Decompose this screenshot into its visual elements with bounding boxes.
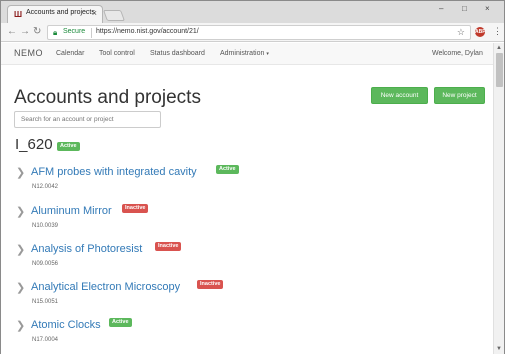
caret-down-icon: ▾	[266, 51, 269, 57]
project-status-badge: Inactive	[197, 280, 224, 289]
browser-toolbar: ← → ↻ 🔒︎ Secure https://nemo.nist.gov/ac…	[1, 23, 504, 42]
project-row[interactable]: ❯ Atomic Clocks Active N17.0004	[1, 317, 481, 351]
page-scrollbar[interactable]: ▲ ▼	[493, 43, 504, 354]
project-status-badge: Inactive	[155, 242, 182, 251]
page-title: Accounts and projects	[14, 87, 201, 108]
project-number: N12.0042	[32, 184, 59, 190]
forward-arrow-icon[interactable]: →	[20, 26, 30, 38]
tab-title: Accounts and projects	[26, 9, 95, 16]
nav-administration[interactable]: Administration ▾	[220, 50, 269, 57]
search-input[interactable]	[14, 111, 161, 128]
nav-tool-control[interactable]: Tool control	[99, 50, 135, 57]
browser-tab[interactable]: Ш Accounts and projects ×	[7, 5, 103, 23]
scrollbar-thumb[interactable]	[496, 53, 503, 87]
project-status-badge: Active	[216, 165, 239, 174]
welcome-user[interactable]: Welcome, Dylan	[432, 50, 483, 57]
chevron-right-icon[interactable]: ❯	[16, 320, 25, 332]
project-status-badge: Inactive	[122, 204, 149, 213]
nav-status-dashboard[interactable]: Status dashboard	[150, 50, 205, 57]
new-account-button[interactable]: New account	[371, 87, 428, 104]
project-number: N15.0051	[32, 299, 59, 305]
project-name[interactable]: Analytical Electron Microscopy	[31, 281, 180, 293]
browser-menu-icon[interactable]: ⋮	[493, 26, 502, 37]
lock-icon: 🔒︎	[53, 28, 58, 37]
project-number: N09.0056	[32, 261, 59, 267]
bookmark-star-icon[interactable]: ☆	[457, 27, 465, 38]
nist-favicon-icon: Ш	[14, 10, 23, 19]
project-row[interactable]: ❯ Analysis of Photoresist Inactive N09.0…	[1, 241, 481, 275]
address-separator	[91, 28, 92, 38]
project-name[interactable]: AFM probes with integrated cavity	[31, 166, 197, 178]
project-number: N17.0004	[32, 337, 59, 343]
project-status-badge: Active	[109, 318, 132, 327]
back-arrow-icon[interactable]: ←	[7, 26, 17, 38]
brand-logo[interactable]: NEMO	[14, 48, 43, 58]
project-row[interactable]: ❯ Aluminum Mirror Inactive N10.0039	[1, 203, 481, 237]
chevron-right-icon[interactable]: ❯	[16, 167, 25, 179]
chevron-right-icon[interactable]: ❯	[16, 206, 25, 218]
new-project-button[interactable]: New project	[434, 87, 485, 104]
address-bar[interactable]: 🔒︎ Secure https://nemo.nist.gov/account/…	[47, 25, 471, 40]
chevron-right-icon[interactable]: ❯	[16, 244, 25, 256]
reload-icon[interactable]: ↻	[33, 26, 41, 38]
url-text[interactable]: https://nemo.nist.gov/account/21/	[96, 28, 199, 35]
tab-strip: Ш Accounts and projects × – □ ×	[1, 1, 504, 23]
secure-label: Secure	[63, 28, 86, 35]
tab-close-icon[interactable]: ×	[92, 8, 97, 18]
scroll-down-arrow-icon[interactable]: ▼	[496, 346, 502, 352]
project-name[interactable]: Aluminum Mirror	[31, 205, 112, 217]
new-tab-button[interactable]	[102, 10, 126, 21]
minimize-icon[interactable]: –	[439, 4, 443, 13]
page-content: NEMO Calendar Tool control Status dashbo…	[1, 43, 493, 354]
project-row[interactable]: ❯ Analytical Electron Microscopy Inactiv…	[1, 279, 481, 313]
chevron-right-icon[interactable]: ❯	[16, 282, 25, 294]
browser-window: Ш Accounts and projects × – □ × ← → ↻ 🔒︎…	[0, 0, 505, 354]
project-name[interactable]: Atomic Clocks	[31, 319, 101, 331]
account-name: I_620	[15, 136, 53, 153]
nav-calendar[interactable]: Calendar	[56, 50, 84, 57]
scroll-up-arrow-icon[interactable]: ▲	[496, 45, 502, 51]
account-status-badge: Active	[57, 142, 80, 151]
maximize-icon[interactable]: □	[462, 4, 467, 13]
window-close-icon[interactable]: ×	[485, 4, 490, 13]
project-name[interactable]: Analysis of Photoresist	[31, 243, 142, 255]
nav-administration-label: Administration	[220, 50, 265, 57]
adblock-extension-icon[interactable]: ABP	[475, 27, 486, 37]
app-navbar: NEMO Calendar Tool control Status dashbo…	[1, 43, 493, 65]
project-number: N10.0039	[32, 223, 59, 229]
project-row[interactable]: ❯ AFM probes with integrated cavity Acti…	[1, 164, 481, 198]
